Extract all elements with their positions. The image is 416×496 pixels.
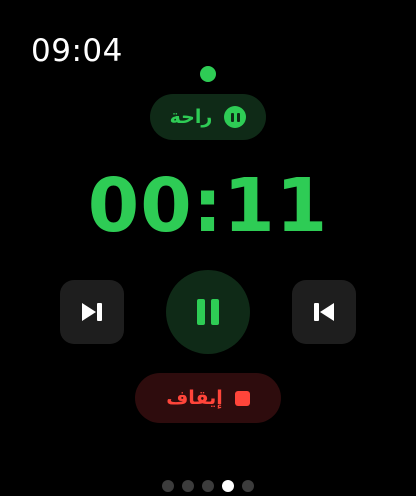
page-indicator[interactable] <box>162 480 254 492</box>
pause-button[interactable] <box>166 270 250 354</box>
pause-icon <box>197 299 205 325</box>
elapsed-timer: 00:11 <box>87 163 329 249</box>
page-dot[interactable] <box>202 480 214 492</box>
page-dot[interactable] <box>162 480 174 492</box>
next-track-icon <box>82 303 102 321</box>
next-track-button[interactable] <box>60 280 124 344</box>
stop-square-icon <box>234 390 250 406</box>
rest-mode-label: راحة <box>169 106 213 128</box>
rest-mode-button[interactable]: راحة <box>150 94 266 140</box>
previous-track-icon <box>314 303 334 321</box>
previous-track-button[interactable] <box>292 280 356 344</box>
pause-circle-icon <box>224 106 247 128</box>
page-dot[interactable] <box>222 480 234 492</box>
stop-button[interactable]: إيقاف <box>135 373 281 423</box>
activity-indicator-dot <box>200 66 216 82</box>
status-bar-time: 09:04 <box>31 33 123 69</box>
page-dot[interactable] <box>182 480 194 492</box>
page-dot[interactable] <box>242 480 254 492</box>
stop-button-label: إيقاف <box>166 387 223 409</box>
